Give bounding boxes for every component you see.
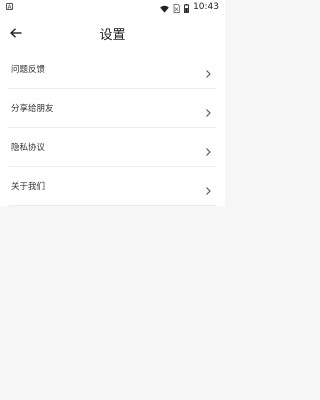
app-notification-icon: A xyxy=(6,3,13,11)
chevron-right-icon xyxy=(203,103,213,117)
divider xyxy=(9,205,216,206)
menu-item-label: 问题反馈 xyxy=(11,65,46,75)
menu-item-label: 隐私协议 xyxy=(11,143,46,153)
settings-screen: A 10:43 设置 问题反馈 分享给朋友 隐私协议 关于我们 xyxy=(0,0,225,400)
menu-item-about[interactable]: 关于我们 xyxy=(0,167,225,205)
status-time: 10:43 xyxy=(193,2,219,12)
chevron-right-icon xyxy=(203,142,213,156)
menu-item-label: 关于我们 xyxy=(11,182,46,192)
status-indicators: 10:43 xyxy=(160,1,219,13)
chevron-right-icon xyxy=(203,64,213,78)
settings-list: 问题反馈 分享给朋友 隐私协议 关于我们 xyxy=(0,50,225,206)
app-header: 设置 xyxy=(0,14,225,50)
menu-item-share[interactable]: 分享给朋友 xyxy=(0,89,225,127)
menu-item-label: 分享给朋友 xyxy=(11,104,54,114)
menu-item-privacy[interactable]: 隐私协议 xyxy=(0,128,225,166)
status-bar: A 10:43 xyxy=(0,0,225,14)
page-title: 设置 xyxy=(99,28,126,43)
chevron-right-icon xyxy=(203,181,213,195)
menu-item-feedback[interactable]: 问题反馈 xyxy=(0,50,225,88)
